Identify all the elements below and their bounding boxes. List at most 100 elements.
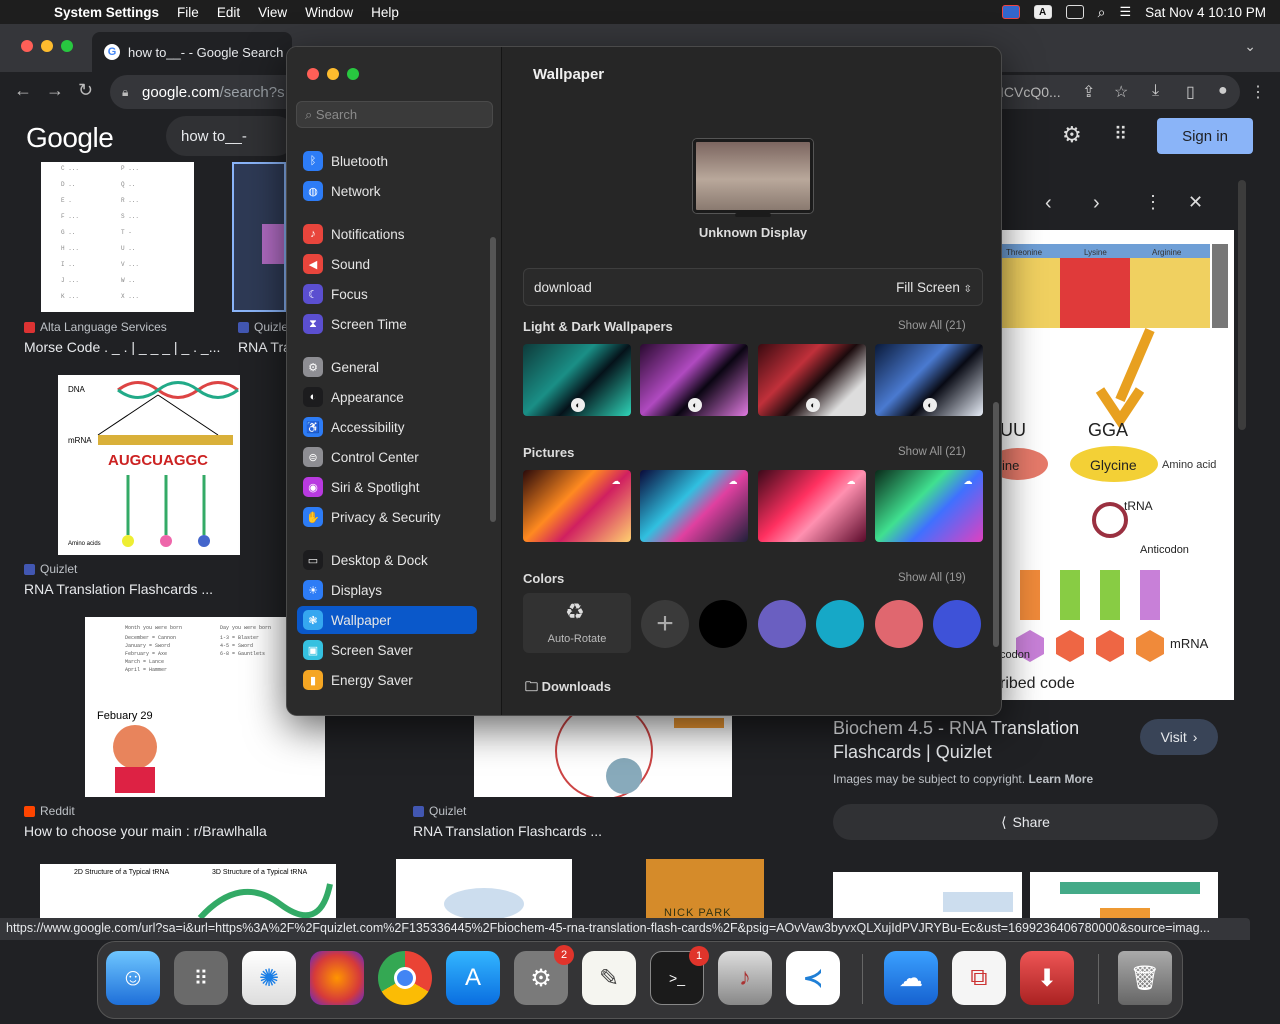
picture-thumb-1[interactable]: ☁ bbox=[523, 470, 631, 542]
menu-app-name[interactable]: System Settings bbox=[54, 5, 159, 20]
picture-thumb-3[interactable]: ☁ bbox=[758, 470, 866, 542]
sidebar-item-sound[interactable]: ◀ Sound bbox=[297, 250, 477, 278]
result-title-2[interactable]: RNA Tra bbox=[238, 339, 291, 355]
forward-arrow-icon[interactable]: → bbox=[46, 80, 64, 101]
system-settings-icon[interactable]: ⚙ 2 bbox=[514, 945, 574, 1005]
related-image-1[interactable] bbox=[833, 872, 1022, 918]
finder-icon[interactable]: ☺ bbox=[106, 951, 160, 1005]
chrome-menu-icon[interactable]: ⋮ bbox=[1250, 82, 1266, 102]
spotlight-search-icon[interactable]: ⌕ bbox=[1098, 4, 1106, 21]
result-title-3[interactable]: RNA Translation Flashcards ... bbox=[24, 581, 213, 597]
launchpad-icon[interactable]: ⠿ bbox=[174, 951, 228, 1005]
screen-sharing-icon[interactable]: ⧉ bbox=[952, 951, 1006, 1005]
prev-image-chevron-icon[interactable]: ‹ bbox=[1045, 192, 1052, 215]
menu-file[interactable]: File bbox=[177, 5, 199, 20]
sidebar-item-control-center[interactable]: ⊜ Control Center bbox=[297, 443, 477, 471]
wallpaper-thumb-3[interactable]: ◐ bbox=[758, 344, 866, 416]
wallpaper-thumb-2[interactable]: ◐ bbox=[640, 344, 748, 416]
auto-rotate-option[interactable]: ♻ Auto-Rotate bbox=[523, 593, 631, 653]
share-page-icon[interactable]: ⇪ bbox=[1082, 82, 1095, 102]
show-all-light-dark[interactable]: Show All (21) bbox=[898, 320, 966, 332]
bookmark-star-icon[interactable]: ☆ bbox=[1114, 82, 1128, 102]
learn-more-link[interactable]: Learn More bbox=[1028, 772, 1093, 786]
tab-search-chevron-icon[interactable]: ⌄ bbox=[1244, 38, 1256, 55]
downloads-stack-icon[interactable]: ⬇ bbox=[1020, 951, 1074, 1005]
sidebar-item-screen-saver[interactable]: ▣ Screen Saver bbox=[297, 636, 477, 664]
side-panel-icon[interactable]: ▯ bbox=[1186, 82, 1195, 102]
preview-title[interactable]: Biochem 4.5 - RNA Translation Flashcards… bbox=[833, 716, 1123, 764]
preview-scrollbar[interactable] bbox=[1238, 180, 1246, 430]
color-swatch-4[interactable] bbox=[875, 600, 923, 648]
sign-in-button[interactable]: Sign in bbox=[1157, 118, 1253, 154]
sidebar-item-network[interactable]: ◍ Network bbox=[297, 177, 477, 205]
vscode-icon[interactable]: ≺ bbox=[786, 951, 840, 1005]
related-image-2[interactable] bbox=[1030, 872, 1218, 918]
settings-minimize-button[interactable] bbox=[327, 68, 339, 80]
close-window-button[interactable] bbox=[21, 40, 33, 52]
menu-window[interactable]: Window bbox=[305, 5, 353, 20]
result-thumbnail-complex[interactable] bbox=[396, 859, 572, 918]
sidebar-item-energy-saver[interactable]: ▮ Energy Saver bbox=[297, 666, 477, 694]
fill-mode-select[interactable]: Fill Screen ⇳ bbox=[896, 280, 972, 295]
picture-thumb-2[interactable]: ☁ bbox=[640, 470, 748, 542]
result-thumbnail-rna[interactable]: DNA mRNA AUGCUAGGC Amino acids bbox=[58, 375, 240, 555]
sidebar-item-displays[interactable]: ☀ Displays bbox=[297, 576, 477, 604]
wallpaper-thumb-4[interactable]: ◐ bbox=[875, 344, 983, 416]
control-center-icon[interactable]: ☰ bbox=[1120, 4, 1132, 20]
picture-thumb-4[interactable]: ☁ bbox=[875, 470, 983, 542]
sidebar-item-notifications[interactable]: ♪ Notifications bbox=[297, 220, 477, 248]
result-title-1[interactable]: Morse Code . _ . | _ _ _ | _ . _... bbox=[24, 339, 220, 355]
menu-view[interactable]: View bbox=[258, 5, 287, 20]
sidebar-item-desktop-dock[interactable]: ▭ Desktop & Dock bbox=[297, 546, 477, 574]
color-swatch-1[interactable] bbox=[699, 600, 747, 648]
google-apps-icon[interactable]: ⠿ bbox=[1114, 124, 1127, 145]
download-icon[interactable]: ⤓ bbox=[1152, 82, 1159, 100]
reload-icon[interactable]: ↻ bbox=[78, 80, 93, 101]
result-thumbnail-trna-structure[interactable]: 2D Structure of a Typical tRNA 3D Struct… bbox=[40, 864, 336, 918]
result-title-5[interactable]: RNA Translation Flashcards ... bbox=[413, 823, 602, 839]
sidebar-item-privacy-security[interactable]: ✋ Privacy & Security bbox=[297, 503, 477, 531]
zoom-window-button[interactable] bbox=[61, 40, 73, 52]
terminal-icon[interactable]: >_ 1 bbox=[650, 946, 709, 1005]
result-thumbnail-translation-cycle[interactable] bbox=[474, 716, 732, 797]
menu-help[interactable]: Help bbox=[371, 5, 399, 20]
sidebar-item-screen-time[interactable]: ⧗ Screen Time bbox=[297, 310, 477, 338]
more-options-icon[interactable]: ⋮ bbox=[1144, 192, 1162, 213]
color-swatch-5[interactable] bbox=[933, 600, 981, 648]
minimize-window-button[interactable] bbox=[41, 40, 53, 52]
settings-close-button[interactable] bbox=[307, 68, 319, 80]
share-button[interactable]: ⟨ Share bbox=[833, 804, 1218, 840]
visit-button[interactable]: Visit › bbox=[1140, 719, 1218, 755]
chrome-icon[interactable] bbox=[378, 951, 432, 1005]
sidebar-item-appearance[interactable]: ◐ Appearance bbox=[297, 383, 477, 411]
color-swatch-2[interactable] bbox=[758, 600, 806, 648]
result-title-4[interactable]: How to choose your main : r/Brawlhalla bbox=[24, 823, 267, 839]
sidebar-item-general[interactable]: ⚙ General bbox=[297, 353, 477, 381]
sidebar-item-siri-spotlight[interactable]: ◉ Siri & Spotlight bbox=[297, 473, 477, 501]
garageband-icon[interactable]: ♪ bbox=[718, 951, 772, 1005]
menu-datetime[interactable]: Sat Nov 4 10:10 PM bbox=[1145, 5, 1266, 20]
sidebar-item-accessibility[interactable]: ♿ Accessibility bbox=[297, 413, 477, 441]
settings-gear-icon[interactable]: ⚙ bbox=[1062, 122, 1082, 148]
textedit-icon[interactable]: ✎ bbox=[582, 951, 636, 1005]
wallpaper-thumb-1[interactable]: ◐ bbox=[523, 344, 631, 416]
next-image-chevron-icon[interactable]: › bbox=[1093, 192, 1100, 215]
settings-search-input[interactable]: ⌕ Search bbox=[296, 101, 493, 128]
close-preview-icon[interactable]: ✕ bbox=[1188, 192, 1203, 213]
input-source-icon[interactable]: A bbox=[1033, 5, 1052, 19]
sidebar-scrollbar[interactable] bbox=[490, 237, 496, 522]
downloads-folder-item[interactable]: 🗀︎ Downloads bbox=[525, 678, 611, 700]
profile-avatar-icon[interactable]: ● bbox=[1218, 82, 1228, 100]
sidebar-item-wallpaper[interactable]: ❃ Wallpaper bbox=[297, 606, 477, 634]
add-color-button[interactable]: + bbox=[641, 600, 689, 648]
sidebar-item-bluetooth[interactable]: ᛒ Bluetooth bbox=[297, 147, 477, 175]
result-source-1[interactable]: Alta Language Services bbox=[24, 320, 167, 334]
trash-icon[interactable]: 🗑︎ bbox=[1118, 951, 1172, 1005]
google-search-input[interactable]: how to__- bbox=[166, 116, 296, 156]
screen-share-icon[interactable] bbox=[1001, 5, 1020, 19]
app-store-icon[interactable]: A bbox=[446, 951, 500, 1005]
window-icon[interactable] bbox=[1065, 5, 1084, 19]
firefox-icon[interactable] bbox=[310, 951, 364, 1005]
settings-zoom-button[interactable] bbox=[347, 68, 359, 80]
color-swatch-3[interactable] bbox=[816, 600, 864, 648]
